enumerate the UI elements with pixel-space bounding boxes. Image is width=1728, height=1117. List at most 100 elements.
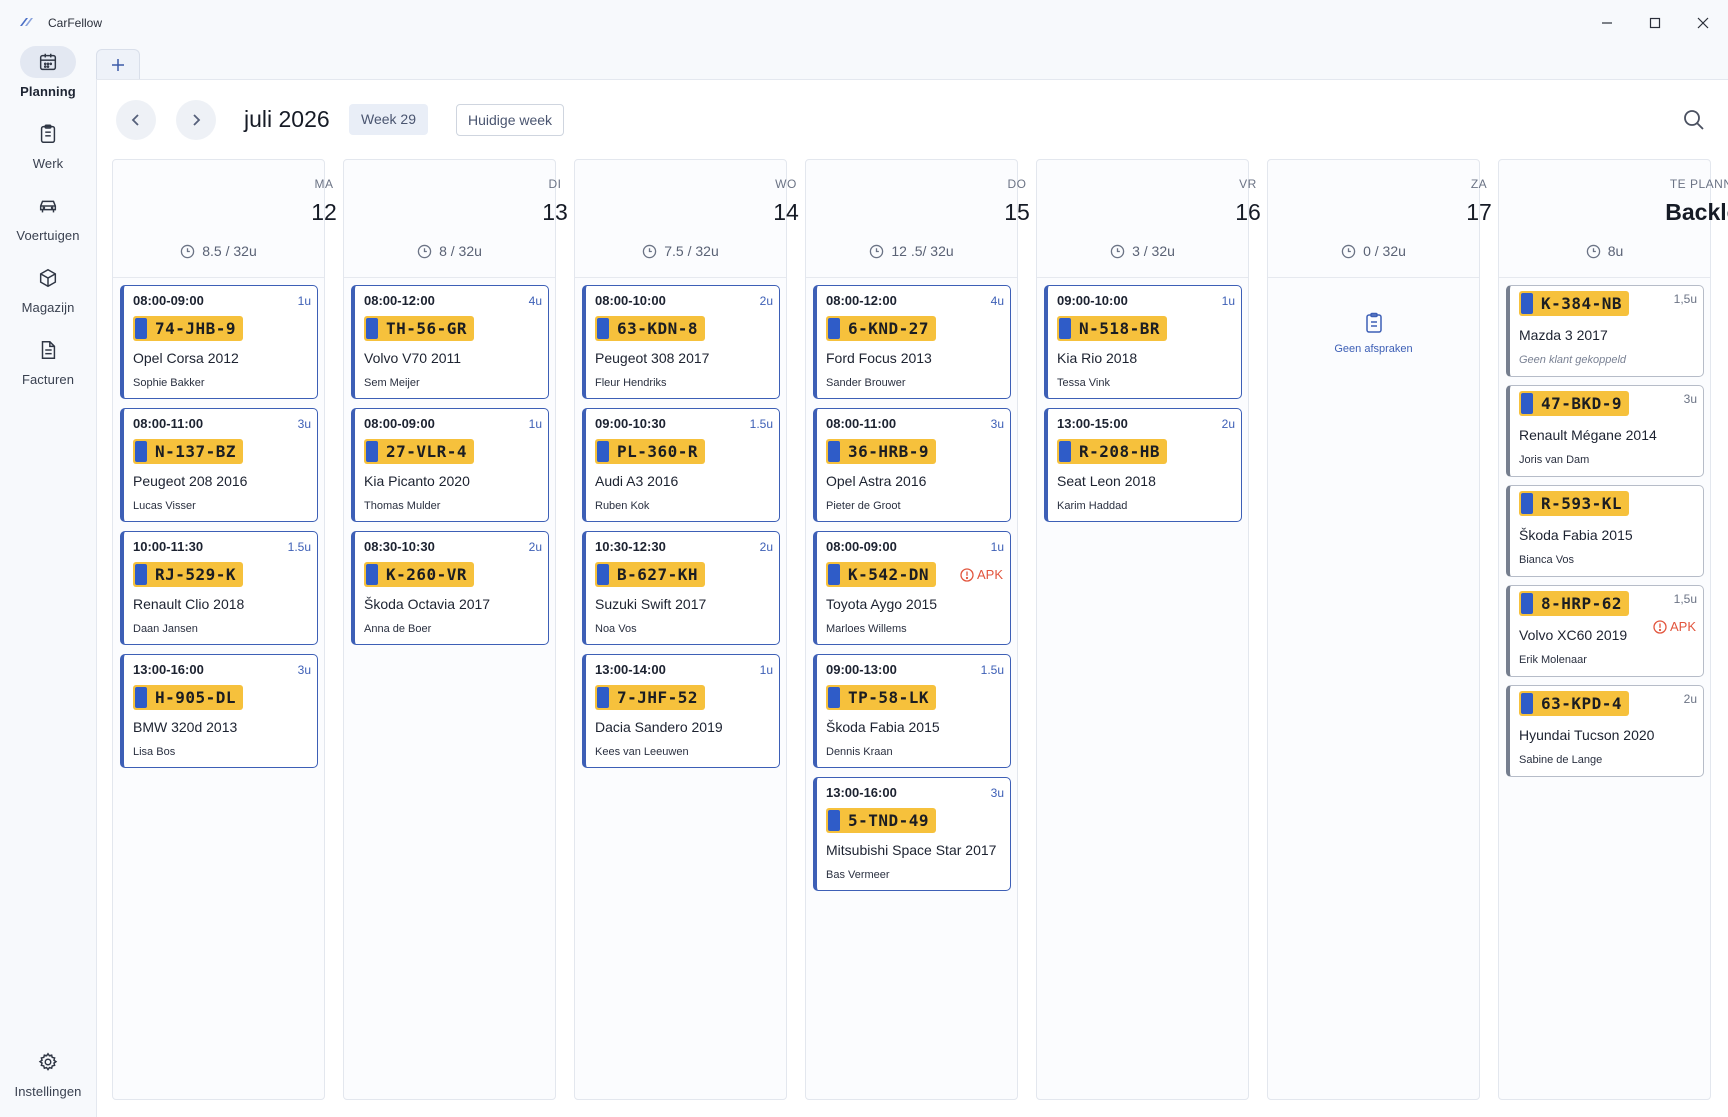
license-plate: PL-360-R [595,439,705,464]
appointment-card[interactable]: 10:30-12:30 2u B-627-KH Suzuki Swift 2017 No… [582,531,780,645]
license-plate: 8-HRP-62 [1519,591,1629,616]
card-client: Sophie Bakker [133,377,205,389]
backlog-title: Backlog [1665,199,1728,225]
maximize-button[interactable] [1640,10,1670,36]
appointment-card[interactable]: 13:00-14:00 1u 7-JHF-52 Dacia Sandero 2019 K… [582,654,780,768]
clipboard-icon [1365,312,1382,333]
search-button[interactable] [1682,108,1706,132]
card-time: 13:00-15:00 [1057,416,1128,431]
plate-eu-strip [597,441,609,462]
appointment-card[interactable]: 08:00-09:00 1u 27-VLR-4 Kia Picanto 2020 Tho… [351,408,549,522]
current-week-button[interactable]: Huidige week [456,104,565,136]
appointment-card[interactable]: 10:00-11:30 1.5u RJ-529-K Renault Clio 2018… [120,531,318,645]
appointment-card[interactable]: 1,5u K-384-NB Mazda 3 2017 Geen klant gekop… [1506,285,1704,377]
card-duration: 2u [759,294,773,308]
appointment-card[interactable]: 13:00-16:00 3u H-905-DL BMW 320d 2013 Lisa B… [120,654,318,768]
appointment-card[interactable]: 08:00-12:00 4u TH-56-GR Volvo V70 2011 Sem M… [351,285,549,399]
card-time: 08:00-09:00 [133,293,204,308]
plate-number: H-905-DL [155,688,237,707]
sidebar-item-planning[interactable]: Planning [0,46,96,99]
warning-icon [960,567,974,582]
appointment-card[interactable]: 08:00-09:00 1u K-542-DN APK Toyota Aygo 2015… [813,531,1011,645]
day-hours: 12 .5/ 32u [806,243,1017,259]
new-tab-button[interactable] [96,49,140,79]
appointment-card[interactable]: 08:30-10:30 2u K-260-VR Škoda Octavia 2017 A… [351,531,549,645]
card-client: Pieter de Groot [826,500,901,512]
appointment-card[interactable]: 08:00-12:00 4u 6-KND-27 Ford Focus 2013 Sand… [813,285,1011,399]
appointment-card[interactable]: 09:00-13:00 1.5u TP-58-LK Škoda Fabia 2015 D… [813,654,1011,768]
calendar-icon [39,53,57,71]
card-client: Lisa Bos [133,746,176,758]
backlog-header: TE PLANNEN Backlog 8u [1499,160,1728,278]
card-vehicle: Kia Picanto 2020 [364,473,470,489]
card-client: Geen klant gekoppeld [1519,354,1627,366]
appointment-card[interactable]: 1,5u 8-HRP-62 APK Volvo XC60 2019 Erik Molen… [1506,585,1704,677]
plate-eu-strip [1521,693,1533,714]
appointment-card[interactable]: 08:00-11:00 3u N-137-BZ Peugeot 208 2016 Luc… [120,408,318,522]
sidebar-item-magazijn[interactable]: Magazijn [0,262,96,315]
sidebar-item-werk[interactable]: Werk [0,118,96,171]
card-vehicle: Mazda 3 2017 [1519,327,1608,343]
next-week-button[interactable] [176,100,216,140]
sidebar-item-label: Facturen [21,372,75,387]
card-client: Fleur Hendriks [595,377,667,389]
day-column[interactable]: MA 12 8.5 / 32u 08:00-09:00 1u 74-JHB-9 Opel C… [112,159,337,1100]
card-duration: 2u [528,540,542,554]
card-duration: 1.5u [287,540,311,554]
license-plate: 63-KPD-4 [1519,691,1629,716]
day-header: DO 15 12 .5/ 32u [806,160,1030,278]
appointment-card[interactable]: 09:00-10:30 1.5u PL-360-R Audi A3 2016 Ruben… [582,408,780,522]
plate-eu-strip [135,564,147,585]
day-hours: 8 / 32u [344,243,555,259]
day-column[interactable]: VR 16 3 / 32u 09:00-10:00 1u N-518-BR Kia Rio … [1036,159,1261,1100]
sidebar-item-voertuigen[interactable]: Voertuigen [0,190,96,243]
appointment-card[interactable]: 13:00-15:00 2u R-208-HB Seat Leon 2018 Karim… [1044,408,1242,522]
sidebar-item-facturen[interactable]: Facturen [0,334,96,387]
day-column[interactable]: DI 13 8 / 32u 08:00-12:00 4u TH-56-GR Volvo V7… [343,159,568,1100]
close-button[interactable] [1688,10,1718,36]
plate-number: 8-HRP-62 [1541,594,1623,613]
plate-number: 36-HRB-9 [848,442,930,461]
sidebar-icon-wrap [20,334,76,366]
day-column[interactable]: DO 15 12 .5/ 32u 08:00-12:00 4u 6-KND-27 Ford … [805,159,1030,1100]
day-hours: 3 / 32u [1037,243,1248,259]
appointment-card[interactable]: 08:00-11:00 3u 36-HRB-9 Opel Astra 2016 Piet… [813,408,1011,522]
appointment-card[interactable]: 2u 63-KPD-4 Hyundai Tucson 2020 Sabine de L… [1506,685,1704,777]
minimize-button[interactable] [1592,10,1622,36]
card-time: 08:00-11:00 [133,416,204,431]
card-client: Joris van Dam [1519,454,1590,466]
plate-number: K-260-VR [386,565,468,584]
card-time: 08:30-10:30 [364,539,435,554]
license-plate: 6-KND-27 [826,316,936,341]
card-client: Bianca Vos [1519,554,1575,566]
card-vehicle: Kia Rio 2018 [1057,350,1138,366]
previous-week-button[interactable] [116,100,156,140]
license-plate: 5-TND-49 [826,808,936,833]
sidebar-item-label: Planning [20,84,76,99]
appointment-card[interactable]: R-593-KL Škoda Fabia 2015 Bianca Vos [1506,485,1704,577]
card-client: Lucas Visser [133,500,196,512]
appointment-card[interactable]: 3u 47-BKD-9 Renault Mégane 2014 Joris van D… [1506,385,1704,477]
appointment-card[interactable]: 13:00-16:00 3u 5-TND-49 Mitsubishi Space St… [813,777,1011,891]
license-plate: 74-JHB-9 [133,316,243,341]
card-vehicle: Hyundai Tucson 2020 [1519,727,1655,743]
appointment-card[interactable]: 08:00-10:00 2u 63-KDN-8 Peugeot 308 2017 Fle… [582,285,780,399]
license-plate: R-593-KL [1519,491,1629,516]
day-header: MA 12 8.5 / 32u [113,160,337,278]
clock-icon [643,244,657,258]
card-duration: 1u [759,663,773,677]
card-time: 08:00-11:00 [826,416,897,431]
card-duration: 2u [1221,417,1235,431]
appointment-card[interactable]: 08:00-09:00 1u 74-JHB-9 Opel Corsa 2012 Soph… [120,285,318,399]
day-column[interactable]: ZA 17 0 / 32u Geen afspraken [1267,159,1492,1100]
day-column[interactable]: WO 14 7.5 / 32u 08:00-10:00 2u 63-KDN-8 Peugeo… [574,159,799,1100]
appointment-card[interactable]: 09:00-10:00 1u N-518-BR Kia Rio 2018 Tessa V… [1044,285,1242,399]
backlog-column[interactable]: TE PLANNEN Backlog 8u 1,5u K-384-NB Mazda 3 2… [1498,159,1728,1100]
plate-number: N-137-BZ [155,442,237,461]
plate-number: B-627-KH [617,565,699,584]
car-icon [39,200,57,213]
sidebar-item-instellingen[interactable]: Instellingen [0,1046,96,1099]
sidebar-icon-wrap [20,1046,76,1078]
plate-number: R-593-KL [1541,494,1623,513]
plate-eu-strip [366,441,378,462]
